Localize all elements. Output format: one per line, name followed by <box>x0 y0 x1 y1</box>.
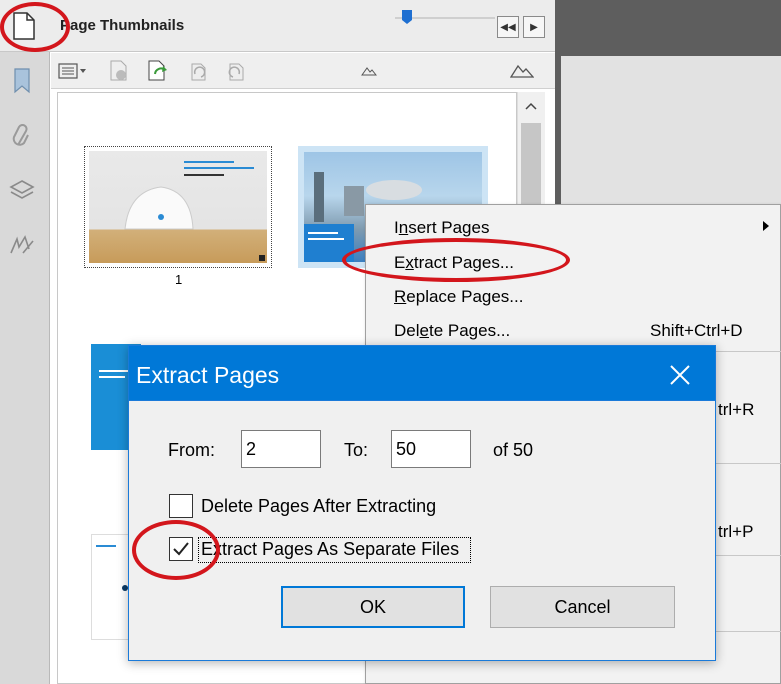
to-page-input[interactable] <box>391 430 471 468</box>
page-thumbnail-4[interactable] <box>91 534 131 640</box>
delete-pages-after-extracting-label[interactable]: Delete Pages After Extracting <box>201 496 436 517</box>
from-page-input[interactable] <box>241 430 321 468</box>
expand-panel-button[interactable]: ▶ <box>523 16 545 38</box>
partial-shortcut-r: trl+R <box>718 400 755 419</box>
cancel-button[interactable]: Cancel <box>490 586 675 628</box>
zoom-in-mountain-icon[interactable] <box>510 60 534 82</box>
annotation-circle-checkbox <box>132 520 220 580</box>
delete-pages-after-extracting-checkbox[interactable] <box>169 494 193 518</box>
ok-button[interactable]: OK <box>281 586 465 628</box>
menu-item-delete-pages[interactable]: Delete Pages... <box>394 321 510 341</box>
bookmark-icon[interactable] <box>7 66 37 96</box>
panel-header: Page Thumbnails ◀◀ ▶ <box>0 0 555 52</box>
navigation-rail <box>0 52 50 684</box>
panel-title: Page Thumbnails <box>60 17 185 34</box>
dialog-title: Extract Pages <box>136 362 280 388</box>
menu-item-insert-pages[interactable]: Insert Pages <box>394 218 489 238</box>
signature-icon[interactable] <box>7 230 37 260</box>
extract-as-separate-files-label[interactable]: Extract Pages As Separate Files <box>201 539 459 560</box>
to-label: To: <box>344 440 369 460</box>
layers-icon[interactable] <box>7 176 37 206</box>
paperclip-icon[interactable] <box>7 122 37 152</box>
partial-shortcut-p: trl+P <box>718 522 754 541</box>
options-menu-icon[interactable] <box>56 60 90 82</box>
close-icon[interactable] <box>660 357 700 393</box>
page-number-label: 1 <box>175 272 183 287</box>
delete-pages-shortcut: Shift+Ctrl+D <box>650 321 743 340</box>
rotate-clockwise-icon[interactable] <box>224 60 248 82</box>
double-left-arrow-icon: ◀◀ <box>500 21 516 33</box>
rotate-counterclockwise-icon[interactable] <box>186 60 210 82</box>
menu-item-replace-pages[interactable]: Replace Pages... <box>394 287 523 307</box>
from-label: From: <box>168 440 215 460</box>
annotation-circle-thumbnails <box>0 2 70 52</box>
delete-pages-icon[interactable] <box>107 60 131 82</box>
scroll-up-arrow-icon[interactable] <box>517 92 545 120</box>
thumbnails-toolbar <box>51 53 555 89</box>
hard-hat-image <box>89 151 267 263</box>
annotation-circle-extract <box>342 238 570 282</box>
right-arrow-icon: ▶ <box>530 21 538 33</box>
page-thumbnail-1[interactable] <box>84 146 272 268</box>
zoom-out-mountain-icon[interactable] <box>357 60 381 82</box>
zoom-slider-thumb[interactable] <box>401 9 413 25</box>
submenu-arrow-icon <box>762 219 770 235</box>
insert-pages-icon[interactable] <box>146 60 170 82</box>
collapse-panel-button[interactable]: ◀◀ <box>497 16 519 38</box>
page-count-text: of 50 <box>493 440 534 460</box>
